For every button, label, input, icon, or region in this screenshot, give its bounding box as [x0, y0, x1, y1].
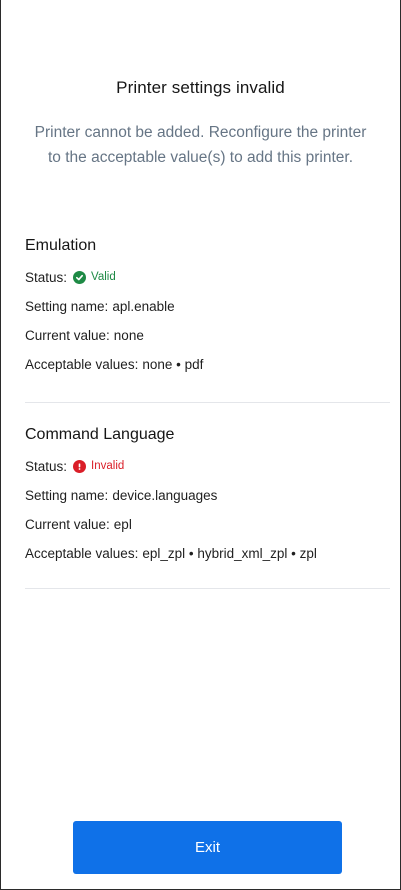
setting-name-label: Setting name:: [25, 299, 109, 314]
status-badge: Invalid: [91, 460, 125, 472]
setting-section-emulation: Emulation Status: Valid Setting name: ap…: [25, 234, 390, 379]
acceptable-values-label: Acceptable values:: [25, 357, 139, 372]
acceptable-values-label: Acceptable values:: [25, 546, 139, 561]
dialog-frame: Printer settings invalid Printer cannot …: [0, 0, 401, 890]
current-value-label: Current value:: [25, 517, 110, 532]
acceptable-values-value: none • pdf: [142, 357, 204, 372]
setting-name-value: apl.enable: [112, 299, 175, 314]
status-row: Status: Invalid: [25, 452, 390, 481]
acceptable-values-value: epl_zpl • hybrid_xml_zpl • zpl: [142, 546, 317, 561]
setting-section-command-language: Command Language Status: Invalid Setting…: [25, 423, 390, 568]
status-label: Status:: [25, 270, 68, 285]
section-title: Emulation: [25, 237, 97, 254]
setting-name-row: Setting name: device.languages: [25, 481, 390, 510]
alert-circle-icon: [73, 460, 87, 473]
current-value-row: Current value: epl: [25, 510, 390, 539]
setting-name-label: Setting name:: [25, 488, 109, 503]
status-label: Status:: [25, 459, 68, 474]
setting-name-value: device.languages: [112, 488, 218, 503]
current-value-value: epl: [113, 517, 132, 532]
exit-button[interactable]: Exit: [73, 821, 342, 874]
page-message: Printer cannot be added. Reconfigure the…: [34, 124, 367, 166]
section-title: Command Language: [25, 426, 175, 443]
section-divider: [25, 588, 390, 589]
status-badge: Valid: [91, 271, 116, 283]
acceptable-values-row: Acceptable values: none • pdf: [25, 350, 390, 379]
acceptable-values-row: Acceptable values: epl_zpl • hybrid_xml_…: [25, 539, 390, 568]
current-value-label: Current value:: [25, 328, 110, 343]
section-divider: [25, 402, 390, 403]
check-circle-icon: [73, 271, 87, 284]
current-value-row: Current value: none: [25, 321, 390, 350]
status-row: Status: Valid: [25, 263, 390, 292]
current-value-value: none: [113, 328, 144, 343]
setting-name-row: Setting name: apl.enable: [25, 292, 390, 321]
page-title: Printer settings invalid: [116, 78, 285, 97]
